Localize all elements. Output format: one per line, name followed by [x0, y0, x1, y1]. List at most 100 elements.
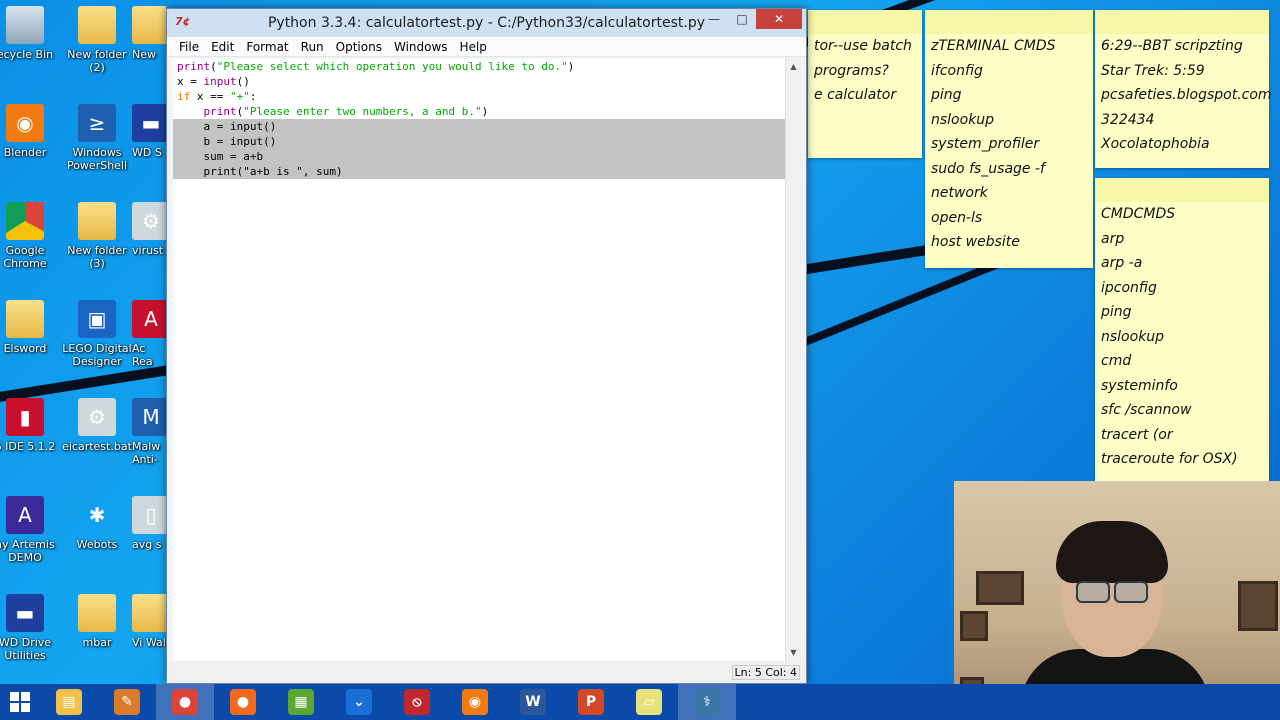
desktop-icon[interactable]: Aay Artemis DEMO: [0, 496, 60, 564]
taskbar-item[interactable]: ▤: [40, 684, 98, 720]
gear-icon: ⚙: [132, 202, 166, 240]
desktop-icon-label: S IDE 5.1.2: [0, 440, 56, 453]
sticky-note-4[interactable]: CMDCMDS arp arp -a ipconfig ping nslookup cmd s…: [1095, 178, 1269, 481]
note-line: e calculator: [814, 87, 897, 103]
menu-options[interactable]: Options: [330, 40, 388, 54]
code-token: x =: [177, 75, 204, 88]
desktop-icon[interactable]: ≥ Windows PowerShell: [62, 104, 132, 172]
desktop-icon[interactable]: ⚙ virust: [132, 202, 166, 257]
code-token: ): [481, 105, 489, 118]
desktop-icon-label: eicartest.bat: [62, 440, 132, 453]
desktop-icon-label: New folder (2): [67, 48, 127, 74]
maximize-button[interactable]: □: [728, 9, 756, 29]
desktop-icon-label: ecycle Bin: [0, 48, 54, 61]
taskbar-item[interactable]: ⌄: [330, 684, 388, 720]
code-editor[interactable]: print("Please select which operation you…: [173, 59, 785, 661]
ide-icon: ▮: [6, 398, 44, 436]
note-line: pcsafeties.blogspot.com: [1101, 87, 1272, 103]
code-line[interactable]: if x == "+":: [173, 89, 785, 104]
minimize-button[interactable]: —: [700, 9, 728, 29]
code-token: "+": [230, 90, 250, 103]
idle-editor-window[interactable]: 7¢ Python 3.3.4: calculatortest.py - C:/…: [166, 8, 807, 684]
title-bar[interactable]: 7¢ Python 3.3.4: calculatortest.py - C:/…: [167, 9, 806, 37]
python-app-icon: 7¢: [175, 15, 191, 28]
menu-edit[interactable]: Edit: [205, 40, 240, 54]
desktop-icon[interactable]: A Ac Rea: [132, 300, 166, 368]
desktop-icon[interactable]: New: [132, 6, 166, 61]
taskbar-item[interactable]: ▦: [272, 684, 330, 720]
status-bar: Ln: 5 Col: 4: [167, 661, 806, 683]
taskbar-item[interactable]: ◉: [446, 684, 504, 720]
note-line: ipconfig: [1101, 279, 1157, 296]
code-line[interactable]: a = input(): [173, 119, 785, 134]
code-line[interactable]: print("a+b is ", sum): [173, 164, 785, 179]
taskbar-item[interactable]: ✎: [98, 684, 156, 720]
sticky-note-1[interactable]: tor--use batch programs? e calculator: [808, 10, 922, 158]
note-line: system_profiler: [931, 136, 1040, 152]
taskbar-item[interactable]: ⦸: [388, 684, 446, 720]
code-token: :: [249, 90, 257, 103]
desktop-icon[interactable]: New folder (2): [62, 6, 132, 74]
note-line: host website: [931, 234, 1020, 250]
desktop-icon[interactable]: ▮ S IDE 5.1.2: [0, 398, 60, 453]
start-button[interactable]: [0, 684, 40, 720]
taskbar-item[interactable]: ⚕: [678, 684, 736, 720]
desktop-icon[interactable]: ▬ WD S: [132, 104, 166, 159]
code-line[interactable]: sum = a+b: [173, 149, 785, 164]
desktop-icon-label: ay Artemis DEMO: [0, 538, 55, 564]
avg-icon: ▯: [132, 496, 166, 534]
note-line: nslookup: [931, 111, 995, 128]
note-3-lines: 6:29--BBT scripzting Star Trek: 5:59 pcsaf…: [1095, 34, 1272, 157]
vertical-scrollbar[interactable]: ▲ ▼: [785, 59, 801, 661]
taskbar-item[interactable]: ●: [214, 684, 272, 720]
desktop-icon[interactable]: ▬ WD Drive Utilities: [0, 594, 60, 662]
scroll-up-arrow[interactable]: ▲: [786, 59, 801, 75]
desktop-icon[interactable]: ✱ Webots: [62, 496, 132, 552]
code-line[interactable]: print("Please select which operation you…: [173, 59, 785, 74]
desktop-icon[interactable]: mbar: [62, 594, 132, 649]
desktop-icon-label: mbar: [82, 636, 112, 649]
desktop-icon[interactable]: Elsword: [0, 300, 60, 355]
code-token: a = input(): [177, 120, 277, 133]
desktop-icon[interactable]: ▣ LEGO Digital Designer: [62, 300, 132, 368]
windows-logo-icon: [10, 692, 30, 712]
menu-help[interactable]: Help: [454, 40, 493, 54]
desktop-icon-label: Blender: [3, 146, 47, 159]
menu-format[interactable]: Format: [240, 40, 294, 54]
desktop-icon[interactable]: ⚙ eicartest.bat: [62, 398, 132, 453]
python-icon: ⚕: [694, 689, 720, 715]
scroll-down-arrow[interactable]: ▼: [786, 645, 801, 661]
photos-icon: ▦: [288, 689, 314, 715]
close-button[interactable]: ✕: [756, 9, 802, 29]
desktop-icon[interactable]: Vi Wal: [132, 594, 166, 649]
note-4-lines: CMDCMDS arp arp -a ipconfig ping nslookup cmd s…: [1095, 202, 1269, 472]
taskbar-item[interactable]: P: [562, 684, 620, 720]
desktop-icon[interactable]: M Malw Anti-: [132, 398, 166, 466]
code-token: "Please select which operation you would…: [216, 60, 568, 73]
menu-windows[interactable]: Windows: [388, 40, 454, 54]
taskbar-item[interactable]: W: [504, 684, 562, 720]
desktop-icon[interactable]: ▯ avg s: [132, 496, 166, 551]
desktop-icon-label: Malw Anti-: [132, 440, 161, 466]
code-token: sum = a+b: [177, 150, 264, 163]
taskbar-item[interactable]: ●: [156, 684, 214, 720]
code-line[interactable]: b = input(): [173, 134, 785, 149]
malware-icon: M: [132, 398, 166, 436]
desktop-icon[interactable]: ◉ Blender: [0, 104, 60, 159]
desktop-icon[interactable]: ecycle Bin: [0, 6, 60, 61]
note-line: traceroute for OSX): [1101, 451, 1238, 467]
note-1-lines: tor--use batch programs? e calculator: [808, 34, 922, 108]
code-token: b = input(): [177, 135, 277, 148]
note-line: nslookup: [1101, 328, 1165, 345]
desktop-icon[interactable]: Google Chrome: [0, 202, 60, 270]
code-line[interactable]: x = input(): [173, 74, 785, 89]
folder-icon: [132, 6, 166, 44]
sticky-note-2[interactable]: zTERMINAL CMDS ifconfig ping nslookup system…: [925, 10, 1093, 268]
code-token: ): [567, 60, 575, 73]
desktop-icon[interactable]: New folder (3): [62, 202, 132, 270]
sticky-note-3[interactable]: 6:29--BBT scripzting Star Trek: 5:59 pcsaf…: [1095, 10, 1272, 168]
menu-file[interactable]: File: [173, 40, 205, 54]
code-line[interactable]: print("Please enter two numbers, a and b…: [173, 104, 785, 119]
taskbar-item[interactable]: ▱: [620, 684, 678, 720]
menu-run[interactable]: Run: [295, 40, 330, 54]
